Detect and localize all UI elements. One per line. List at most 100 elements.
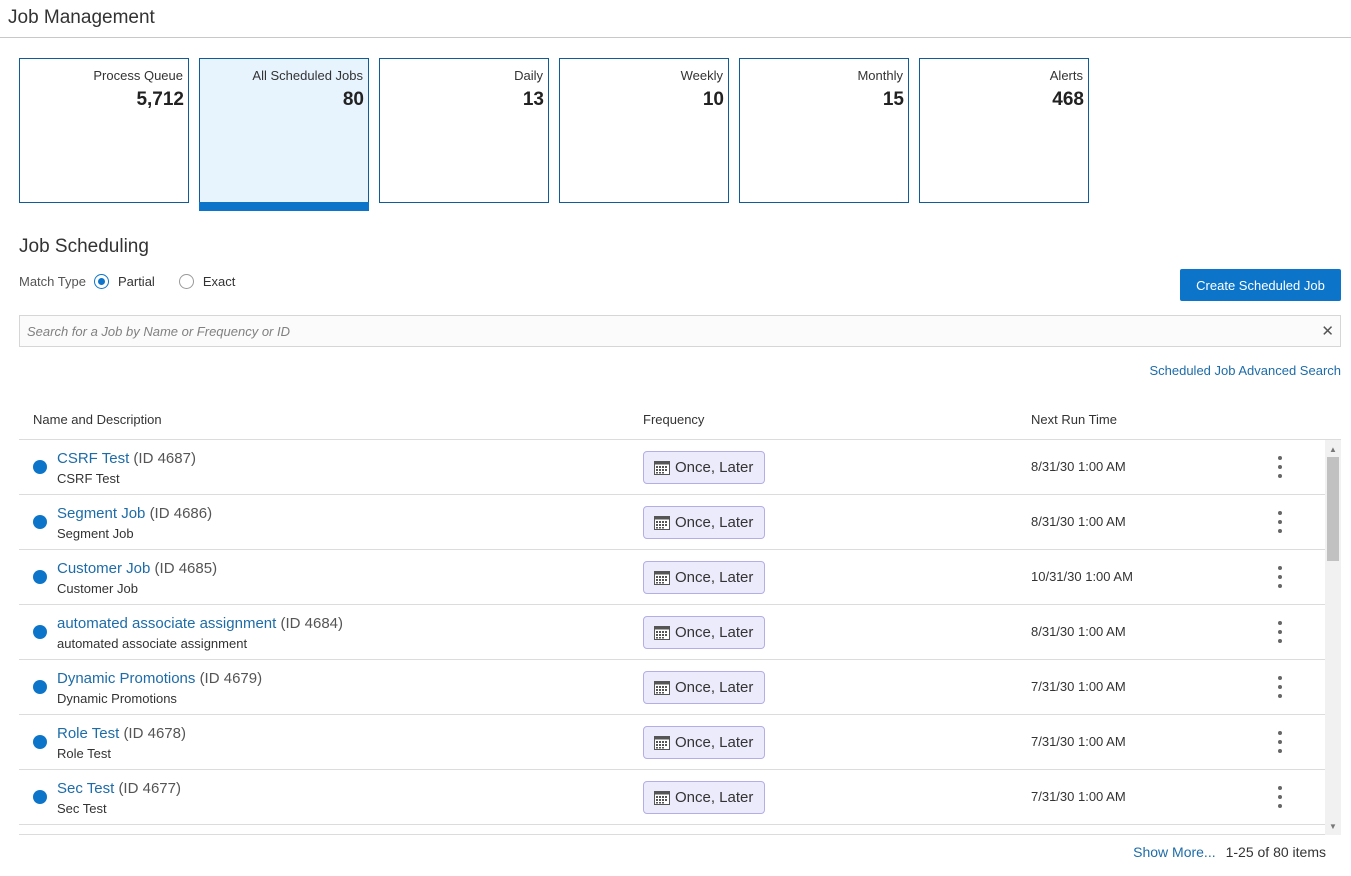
page-header: Job Management [0,0,1351,38]
next-run-time: 7/31/30 1:00 AM [1031,734,1126,749]
status-dot-icon [33,790,47,804]
frequency-badge: Once, Later [643,451,765,484]
column-header-frequency[interactable]: Frequency [643,412,704,427]
table-row[interactable]: Customer Job (ID 4685) Customer Job Once… [19,550,1325,605]
close-icon[interactable]: ✕ [1321,322,1334,340]
calendar-icon [654,460,670,475]
calendar-icon [654,735,670,750]
radio-checked-icon [93,274,109,289]
tile-count: 10 [702,89,724,110]
job-id: (ID 4686) [149,505,213,522]
tile-selected-indicator [199,202,369,211]
tile-alerts[interactable]: Alerts 468 [919,58,1089,203]
table-footer: Show More... 1-25 of 80 items [1133,844,1326,860]
tile-count: 80 [342,89,364,110]
job-name-line: Segment Job (ID 4686) [57,505,212,522]
frequency-label: Once, Later [675,734,754,751]
job-name-link[interactable]: Sec Test [57,780,114,797]
job-id: (ID 4687) [133,450,196,467]
tile-daily[interactable]: Daily 13 [379,58,549,203]
next-run-time: 8/31/30 1:00 AM [1031,459,1126,474]
radio-unchecked-icon [178,274,194,289]
frequency-label: Once, Later [675,679,754,696]
status-dot-icon [33,460,47,474]
page-title: Job Management [8,7,155,28]
more-vertical-icon[interactable] [1273,455,1287,479]
table-row[interactable]: Segment Job (ID 4686) Segment Job Once, … [19,495,1325,550]
job-name-line: Role Test (ID 4678) [57,725,186,742]
job-description: Customer Job [57,581,138,596]
column-header-next-run[interactable]: Next Run Time [1031,412,1117,427]
job-name-link[interactable]: Segment Job [57,505,145,522]
summary-tiles: Process Queue 5,712 All Scheduled Jobs 8… [19,58,1089,211]
create-scheduled-job-button[interactable]: Create Scheduled Job [1180,269,1341,301]
frequency-badge: Once, Later [643,506,765,539]
status-dot-icon [33,735,47,749]
table-row[interactable]: Role Test (ID 4678) Role Test Once, Late… [19,715,1325,770]
table-row[interactable]: Dynamic Promotions (ID 4679) Dynamic Pro… [19,660,1325,715]
tile-label: Process Queue [93,68,183,83]
tile-weekly[interactable]: Weekly 10 [559,58,729,203]
frequency-label: Once, Later [675,459,754,476]
calendar-icon [654,790,670,805]
table-row[interactable]: automated associate assignment (ID 4684)… [19,605,1325,660]
tile-monthly[interactable]: Monthly 15 [739,58,909,203]
more-vertical-icon[interactable] [1273,565,1287,589]
table-row-partial [19,825,1325,834]
job-description: Dynamic Promotions [57,691,177,706]
job-name-line: Sec Test (ID 4677) [57,780,181,797]
radio-exact[interactable]: Exact [178,274,236,289]
column-header-name[interactable]: Name and Description [33,412,162,427]
show-more-link[interactable]: Show More... [1133,844,1215,860]
scrollbar-thumb[interactable] [1327,457,1339,561]
job-description: automated associate assignment [57,636,248,651]
job-name-link[interactable]: Customer Job [57,560,150,577]
frequency-badge: Once, Later [643,726,765,759]
job-name-link[interactable]: CSRF Test [57,450,129,467]
tile-label: All Scheduled Jobs [252,68,363,83]
frequency-label: Once, Later [675,789,754,806]
match-type-label: Match Type [19,274,86,289]
tile-count: 15 [882,89,904,110]
job-name-link[interactable]: automated associate assignment [57,615,276,632]
more-vertical-icon[interactable] [1273,675,1287,699]
next-run-time: 7/31/30 1:00 AM [1031,789,1126,804]
tile-all-scheduled-jobs[interactable]: All Scheduled Jobs 80 [199,58,369,211]
job-name-line: Customer Job (ID 4685) [57,560,217,577]
frequency-badge: Once, Later [643,781,765,814]
job-name-link[interactable]: Role Test [57,725,119,742]
job-id: (ID 4684) [280,615,343,632]
search-input[interactable] [20,316,1310,346]
calendar-icon [654,680,670,695]
radio-label: Partial [117,274,155,289]
more-vertical-icon[interactable] [1273,510,1287,534]
tile-label: Monthly [857,68,903,83]
table-row[interactable]: CSRF Test (ID 4687) CSRF Test Once, Late… [19,440,1325,495]
job-name-line: CSRF Test (ID 4687) [57,450,196,467]
job-id: (ID 4679) [199,670,263,687]
job-name-link[interactable]: Dynamic Promotions [57,670,195,687]
frequency-badge: Once, Later [643,671,765,704]
radio-label: Exact [202,274,236,289]
more-vertical-icon[interactable] [1273,730,1287,754]
scroll-down-arrow-icon[interactable]: ▼ [1325,819,1341,833]
job-id: (ID 4678) [123,725,186,742]
match-type-group: Match Type Partial Exact [19,274,259,289]
frequency-label: Once, Later [675,624,754,641]
more-vertical-icon[interactable] [1273,620,1287,644]
tile-count: 5,712 [136,89,184,110]
next-run-time: 10/31/30 1:00 AM [1031,569,1133,584]
tile-label: Alerts [1049,68,1083,83]
job-id: (ID 4685) [154,560,218,577]
advanced-search-link[interactable]: Scheduled Job Advanced Search [1149,363,1341,378]
item-range: 1-25 of 80 items [1225,844,1326,860]
scroll-up-arrow-icon[interactable]: ▲ [1325,442,1341,456]
table-row[interactable]: Sec Test (ID 4677) Sec Test Once, Later … [19,770,1325,825]
more-vertical-icon[interactable] [1273,785,1287,809]
table-scrollbar[interactable]: ▲ ▼ [1325,440,1341,835]
frequency-label: Once, Later [675,514,754,531]
section-title: Job Scheduling [19,236,149,257]
frequency-label: Once, Later [675,569,754,586]
radio-partial[interactable]: Partial [93,274,155,289]
tile-process-queue[interactable]: Process Queue 5,712 [19,58,189,203]
